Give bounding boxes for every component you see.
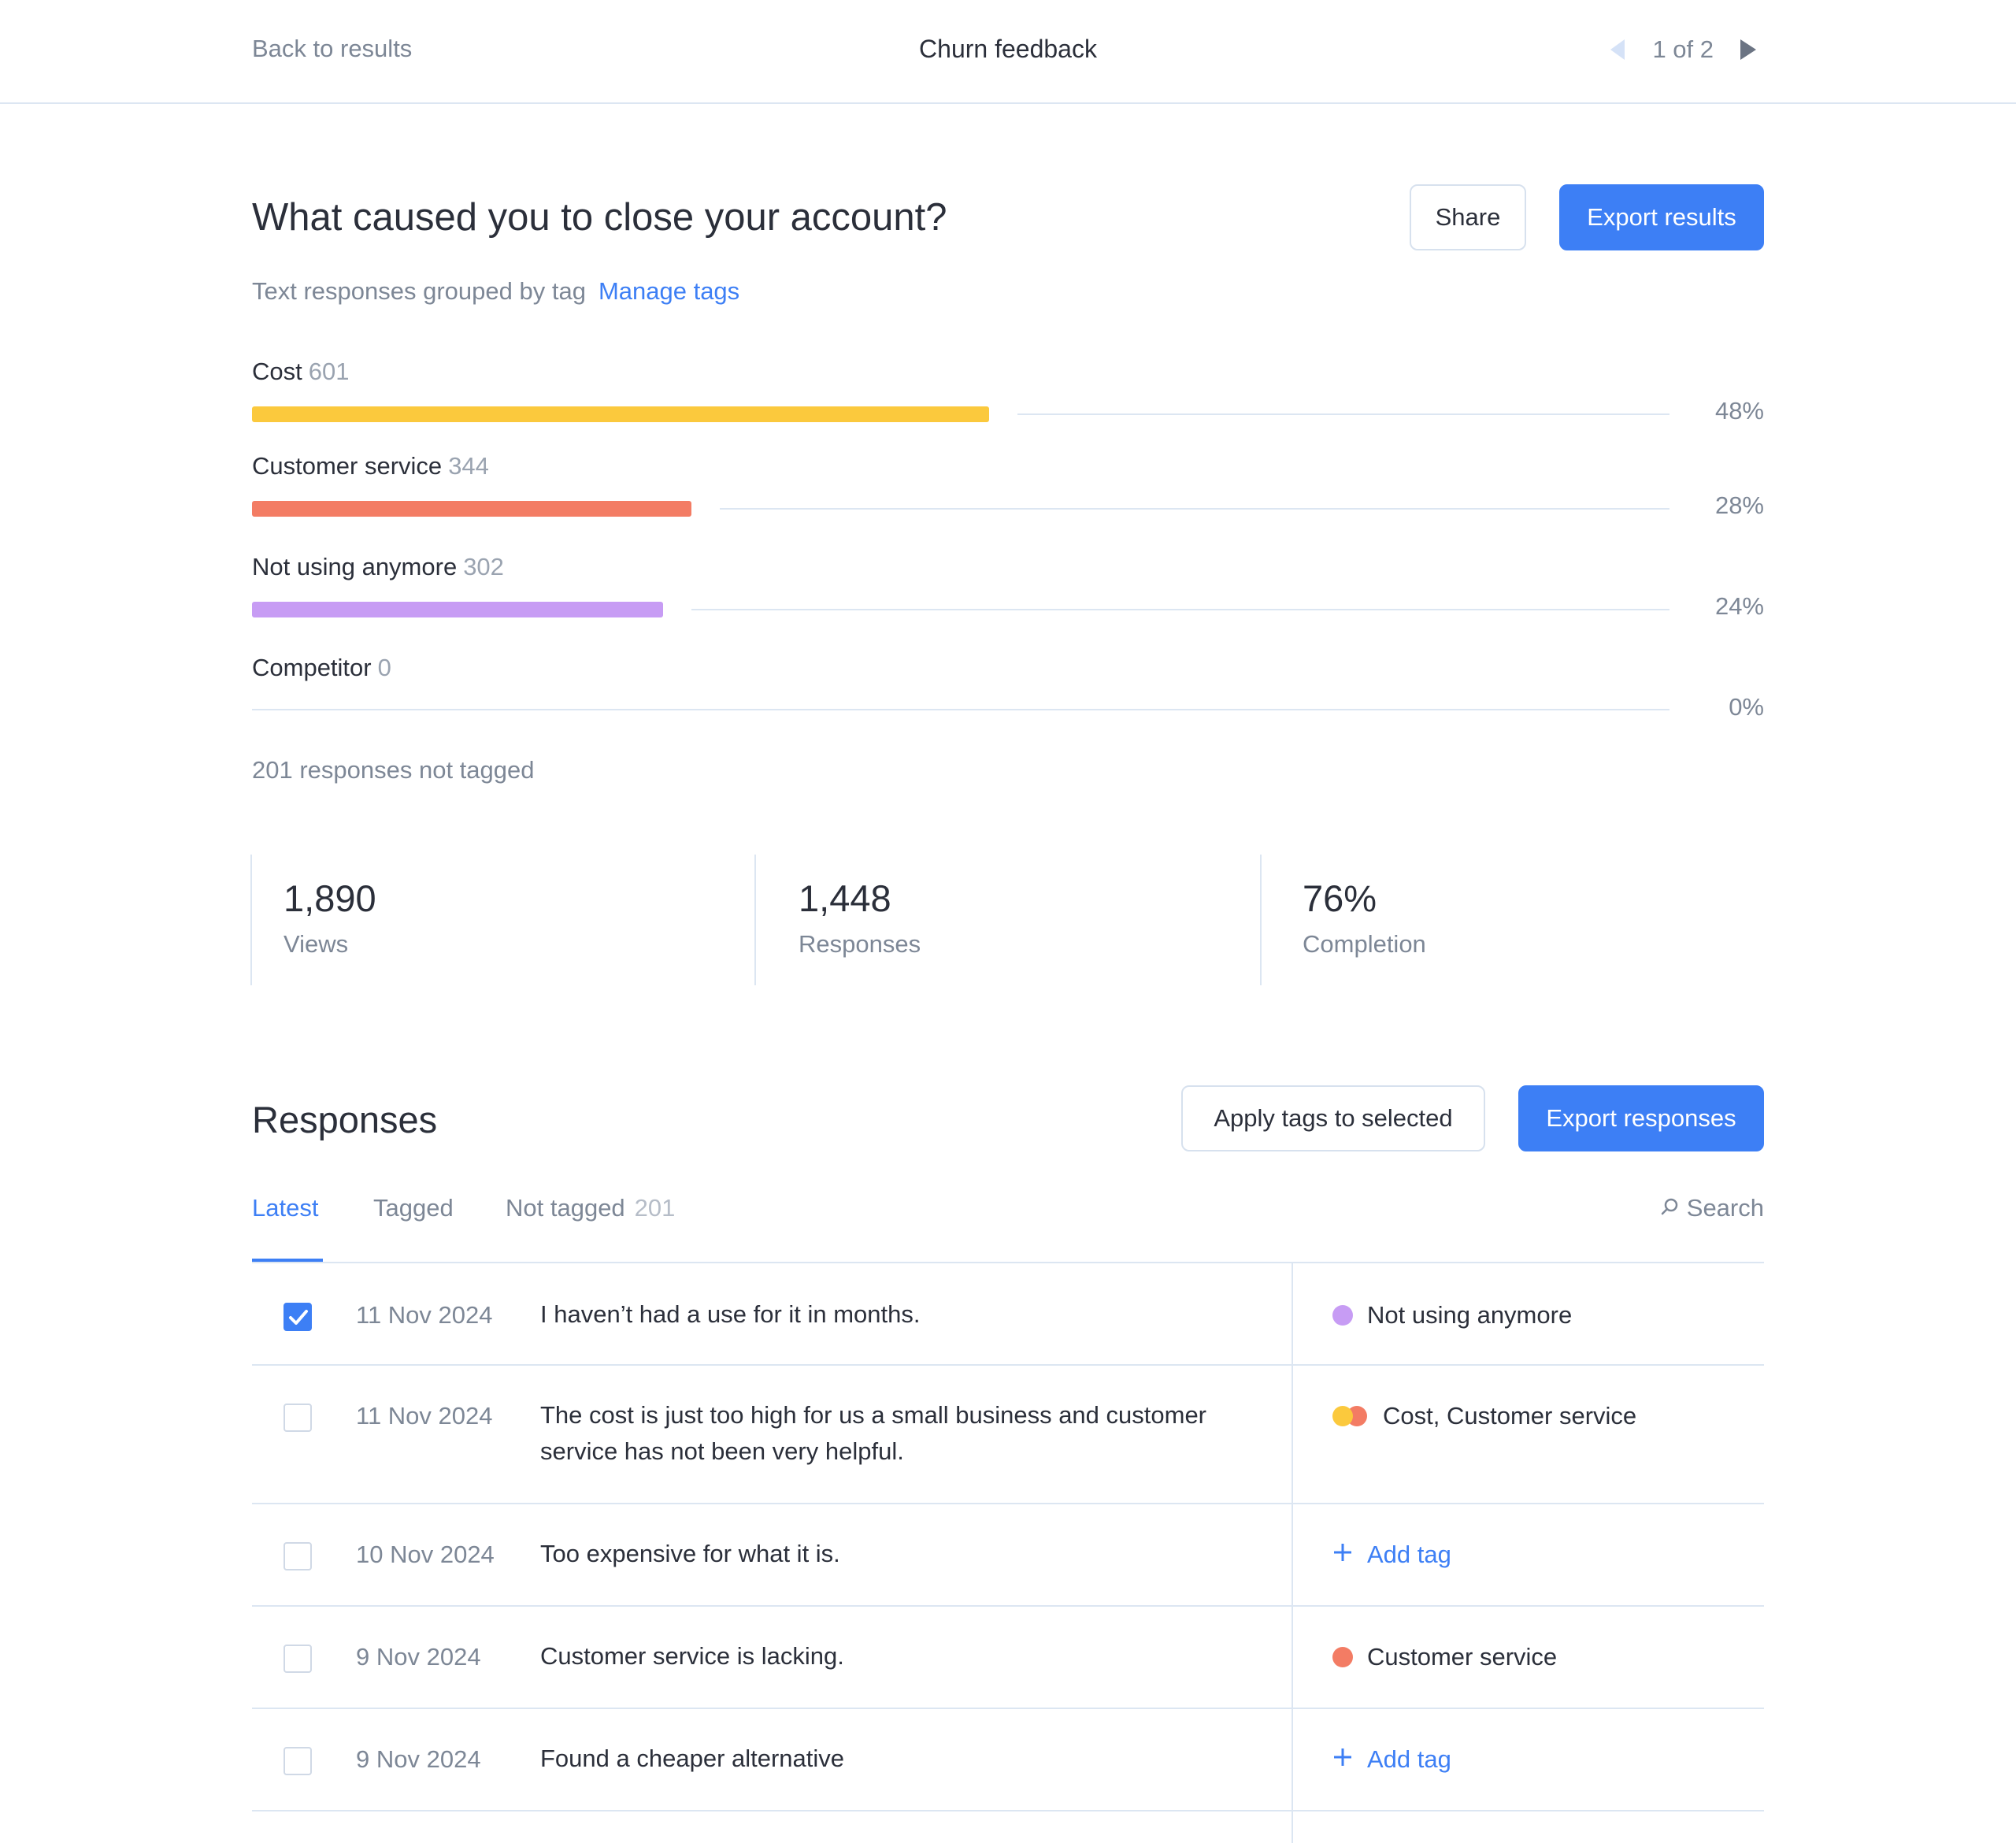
- add-tag-label: Add tag: [1367, 1541, 1451, 1568]
- search-icon: [1660, 1194, 1679, 1222]
- tag-track: [691, 609, 1670, 610]
- plus-icon: [1332, 1541, 1353, 1569]
- stat-label: Responses: [799, 930, 921, 958]
- stat-label: Completion: [1303, 930, 1426, 958]
- row-date: 10 Nov 2024: [356, 1541, 495, 1568]
- tag-name: Cost: [252, 358, 302, 385]
- table-row: 10 Nov 2024 Too expensive for what it is…: [252, 1504, 1764, 1607]
- tab-tagged[interactable]: Tagged: [373, 1194, 454, 1222]
- row-date: 9 Nov 2024: [356, 1643, 481, 1671]
- share-button[interactable]: Share: [1410, 184, 1526, 250]
- row-tag-label: Customer service: [1367, 1643, 1558, 1671]
- tag-percent: 24%: [1714, 592, 1764, 620]
- check-icon: [289, 1310, 308, 1325]
- table-row: 11 Nov 2024 The cost is just too high fo…: [252, 1366, 1764, 1504]
- row-checkbox[interactable]: [284, 1542, 312, 1570]
- pager-status: 1 of 2: [1652, 35, 1714, 63]
- row-text: The cost is just too high for us a small…: [540, 1401, 1207, 1465]
- row-date: 11 Nov 2024: [356, 1301, 493, 1329]
- question-title: What caused you to close your account?: [252, 196, 947, 239]
- tag-bar: [252, 602, 663, 617]
- stat-completion: 76% Completion: [1260, 855, 1764, 985]
- add-tag-label: Add tag: [1367, 1745, 1451, 1773]
- row-checkbox[interactable]: [284, 1303, 312, 1331]
- tag-track: [252, 709, 1670, 710]
- row-date: 9 Nov 2024: [356, 1745, 481, 1773]
- tab-label: Not tagged: [506, 1194, 625, 1222]
- search-button[interactable]: Search: [1660, 1194, 1764, 1222]
- row-tag-label: Not using anymore: [1367, 1301, 1573, 1329]
- tag-bar: [252, 501, 691, 517]
- add-tag-button[interactable]: Add tag: [1332, 1745, 1451, 1774]
- row-checkbox[interactable]: [284, 1645, 312, 1673]
- row-tag-label: Cost, Customer service: [1383, 1402, 1637, 1430]
- tab-count: 201: [634, 1194, 676, 1222]
- tag-row: Not using anymore 302 24%: [252, 553, 1764, 624]
- next-page-icon[interactable]: [1732, 34, 1764, 65]
- tag-percent: 48%: [1714, 397, 1764, 425]
- manage-tags-link[interactable]: Manage tags: [598, 277, 739, 305]
- tag-percent: 0%: [1729, 693, 1764, 721]
- row-tag[interactable]: Customer service: [1332, 1643, 1557, 1671]
- row-date: 11 Nov 2024: [356, 1402, 493, 1430]
- stat-responses: 1,448 Responses: [754, 855, 1260, 985]
- stat-views: 1,890 Views: [250, 855, 754, 985]
- tag-row: Cost 601 48%: [252, 358, 1764, 428]
- table-row: 9 Nov 2024 Customer service is lacking. …: [252, 1607, 1764, 1709]
- plus-icon: [1332, 1745, 1353, 1774]
- tab-not-tagged[interactable]: Not tagged 201: [506, 1194, 675, 1222]
- responses-title: Responses: [252, 1099, 438, 1140]
- tag-row: Competitor 0 0%: [252, 654, 1764, 725]
- tag-label: Customer service 344: [252, 452, 489, 480]
- tag-count: 0: [377, 654, 391, 681]
- tag-label: Competitor 0: [252, 654, 391, 682]
- row-checkbox[interactable]: [284, 1404, 312, 1432]
- stat-value: 1,448: [799, 877, 891, 919]
- table-row: 11 Nov 2024 I haven’t had a use for it i…: [252, 1263, 1764, 1366]
- stat-value: 1,890: [284, 877, 376, 919]
- tag-bar: [252, 406, 989, 422]
- tag-dot-icon: [1332, 1305, 1353, 1326]
- stat-label: Views: [284, 930, 349, 958]
- row-tag[interactable]: Cost, Customer service: [1332, 1402, 1636, 1430]
- tag-dots-icon: [1332, 1406, 1369, 1426]
- add-tag-button[interactable]: Add tag: [1332, 1541, 1451, 1569]
- tag-row: Customer service 344 28%: [252, 452, 1764, 523]
- tag-label: Not using anymore 302: [252, 553, 504, 581]
- tag-track: [720, 508, 1670, 510]
- tag-count: 601: [308, 358, 350, 385]
- tag-track: [1017, 413, 1670, 415]
- previous-page-icon[interactable]: [1602, 34, 1633, 65]
- tag-count: 302: [463, 553, 504, 580]
- apply-tags-button[interactable]: Apply tags to selected: [1181, 1085, 1485, 1151]
- tag-count: 344: [448, 452, 489, 480]
- tab-latest[interactable]: Latest: [252, 1194, 318, 1222]
- stat-value: 76%: [1303, 877, 1377, 919]
- tag-name: Customer service: [252, 452, 443, 480]
- tag-label: Cost 601: [252, 358, 349, 386]
- export-results-button[interactable]: Export results: [1559, 184, 1764, 250]
- row-text: Found a cheaper alternative: [540, 1745, 845, 1772]
- pager: 1 of 2: [1602, 32, 1764, 68]
- row-text: I haven’t had a use for it in months.: [540, 1300, 921, 1328]
- column-divider: [1292, 1262, 1293, 1843]
- top-bar: Back to results Churn feedback 1 of 2: [0, 0, 2016, 104]
- tag-name: Competitor: [252, 654, 372, 681]
- chart-subtitle: Text responses grouped by tag Manage tags: [252, 277, 739, 306]
- row-text: Customer service is lacking.: [540, 1642, 844, 1670]
- row-text: Too expensive for what it is.: [540, 1540, 840, 1567]
- search-label: Search: [1686, 1194, 1764, 1222]
- untagged-count: 201 responses not tagged: [252, 756, 535, 784]
- back-to-results-link[interactable]: Back to results: [252, 35, 412, 63]
- tag-dot-icon: [1332, 1647, 1353, 1667]
- tag-percent: 28%: [1714, 491, 1764, 519]
- row-checkbox[interactable]: [284, 1747, 312, 1775]
- row-tag[interactable]: Not using anymore: [1332, 1301, 1572, 1329]
- table-row: 9 Nov 2024 Found a cheaper alternative A…: [252, 1709, 1764, 1811]
- subtitle-text: Text responses grouped by tag: [252, 277, 586, 305]
- export-responses-button[interactable]: Export responses: [1518, 1085, 1764, 1151]
- tag-name: Not using anymore: [252, 553, 458, 580]
